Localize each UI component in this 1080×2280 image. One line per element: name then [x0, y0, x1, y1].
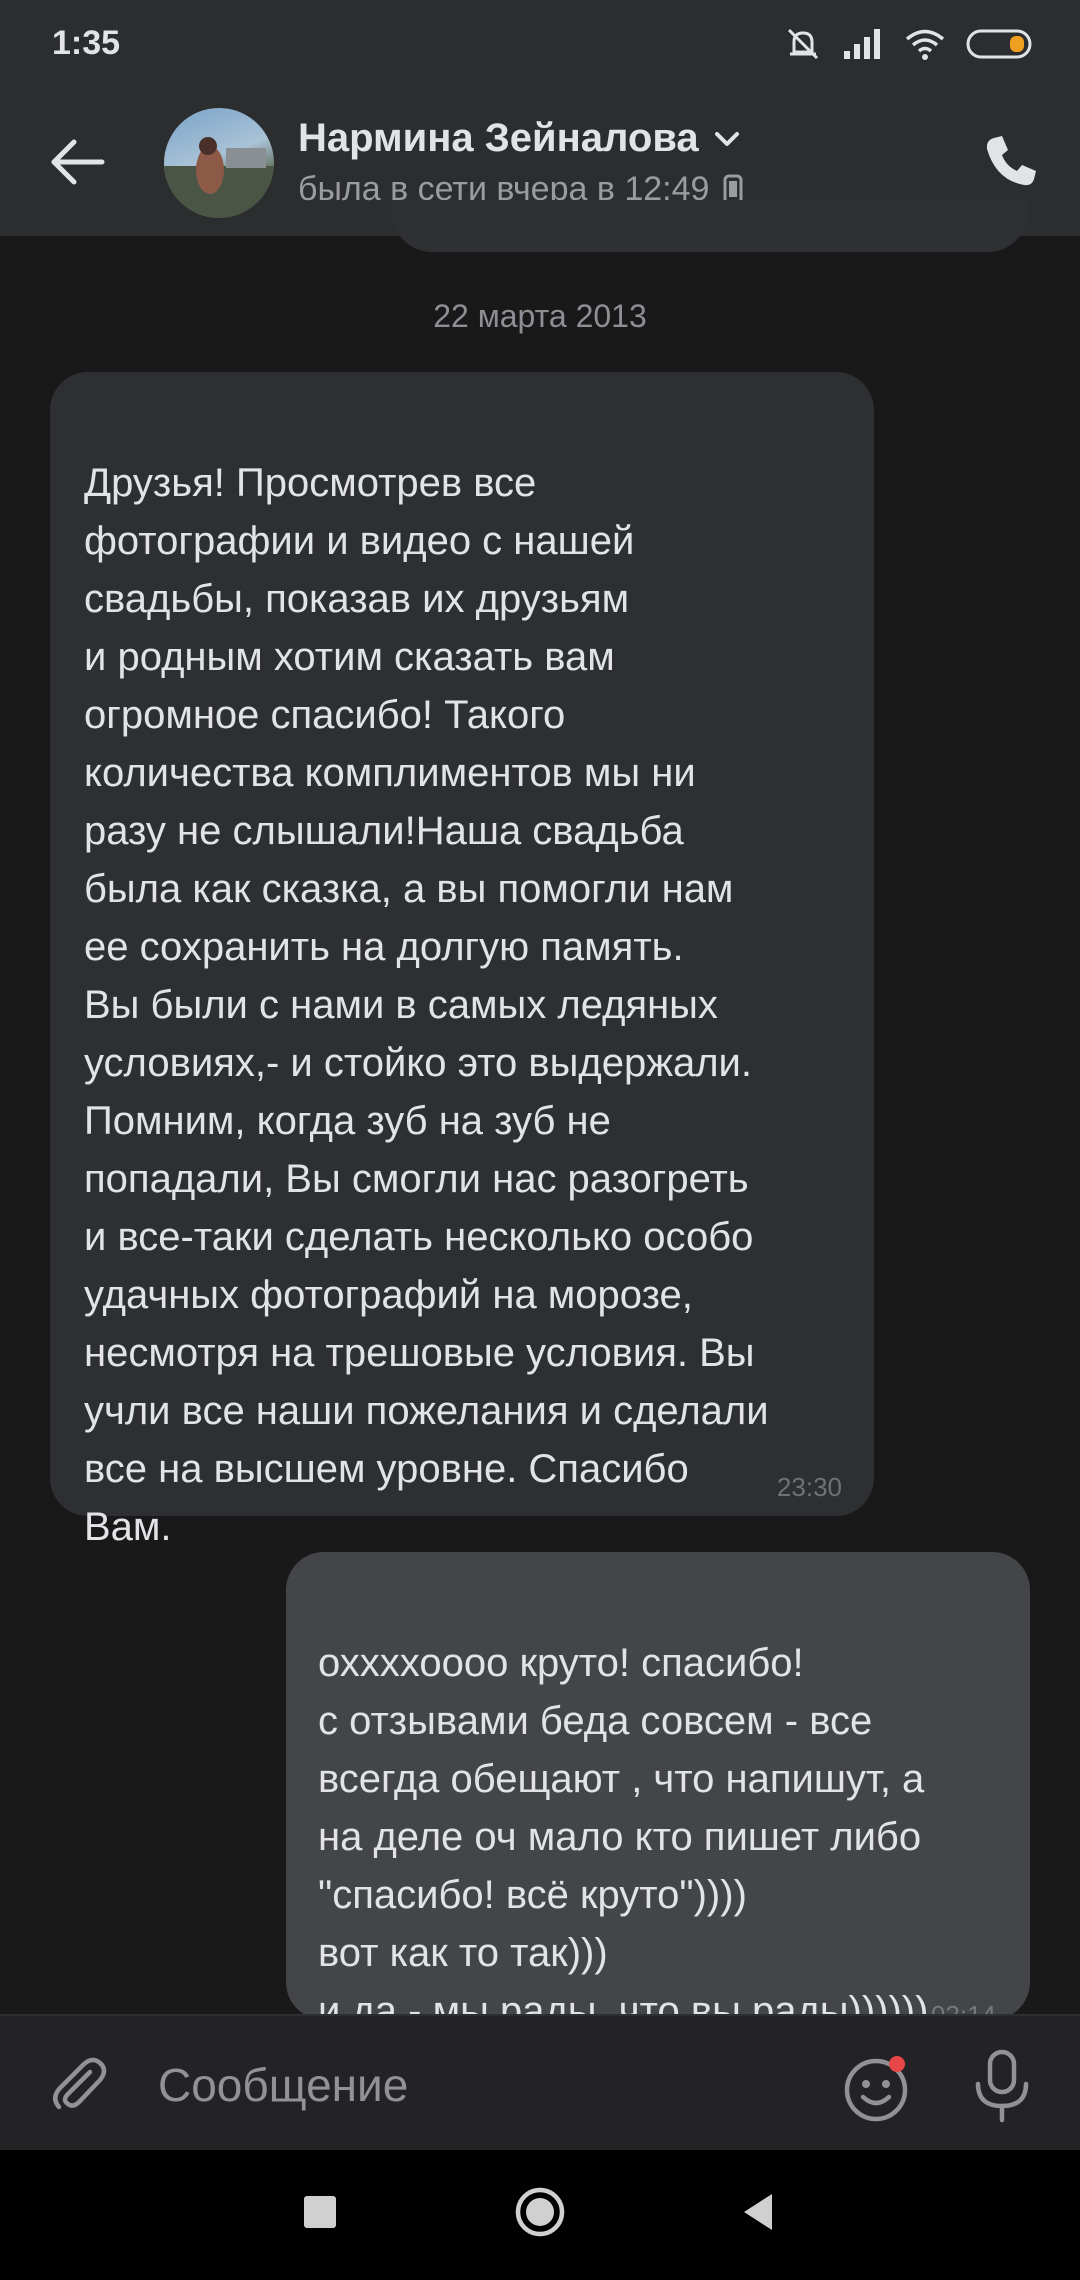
- system-nav-bar: [0, 2150, 1080, 2280]
- microphone-icon: [975, 2049, 1029, 2123]
- recent-apps-button[interactable]: [290, 2182, 350, 2242]
- paperclip-icon: [53, 2057, 107, 2110]
- call-button[interactable]: [976, 126, 1046, 196]
- phone-icon: [986, 136, 1036, 186]
- square-nav-icon: [304, 2196, 336, 2228]
- triangle-nav-icon: [744, 2194, 772, 2230]
- back-nav-button[interactable]: [730, 2182, 790, 2242]
- mute-bell-icon: [787, 28, 819, 60]
- home-button[interactable]: [510, 2182, 570, 2242]
- message-composer: Сообщение: [0, 2014, 1080, 2152]
- status-bar: 1:35: [0, 0, 1080, 88]
- outgoing-message[interactable]: оххххоооо круто! спасибо! с отзывами бед…: [286, 1552, 1030, 2033]
- emoji-button[interactable]: [840, 2052, 912, 2124]
- status-time: 1:35: [52, 24, 121, 62]
- message-text: оххххоооо круто! спасибо! с отзывами бед…: [318, 1641, 929, 2033]
- back-arrow-icon: [51, 139, 105, 185]
- message-time: 23:30: [776, 1472, 842, 1502]
- wifi-icon: [905, 29, 945, 60]
- chevron-down-icon: [714, 131, 739, 146]
- message-text: Друзья! Просмотрев все фотографии и виде…: [84, 461, 769, 1549]
- circle-nav-icon: [515, 2187, 565, 2237]
- attach-button[interactable]: [46, 2052, 110, 2116]
- previous-message-bubble: [392, 200, 1028, 252]
- signal-icon: [844, 29, 880, 59]
- contact-avatar[interactable]: [164, 108, 274, 218]
- contact-name[interactable]: Нармина Зейналова: [298, 116, 741, 161]
- battery-icon: [966, 29, 1032, 59]
- incoming-message[interactable]: Друзья! Просмотрев все фотографии и виде…: [50, 372, 874, 1549]
- message-input[interactable]: Сообщение: [158, 2058, 408, 2112]
- back-button[interactable]: [44, 128, 112, 196]
- voice-message-button[interactable]: [966, 2046, 1038, 2126]
- emoji-icon: [844, 2056, 908, 2122]
- status-icons: [784, 24, 1034, 64]
- contact-name-text: Нармина Зейналова: [298, 116, 699, 160]
- date-separator: 22 марта 2013: [433, 298, 647, 334]
- avatar-photo: [164, 137, 274, 218]
